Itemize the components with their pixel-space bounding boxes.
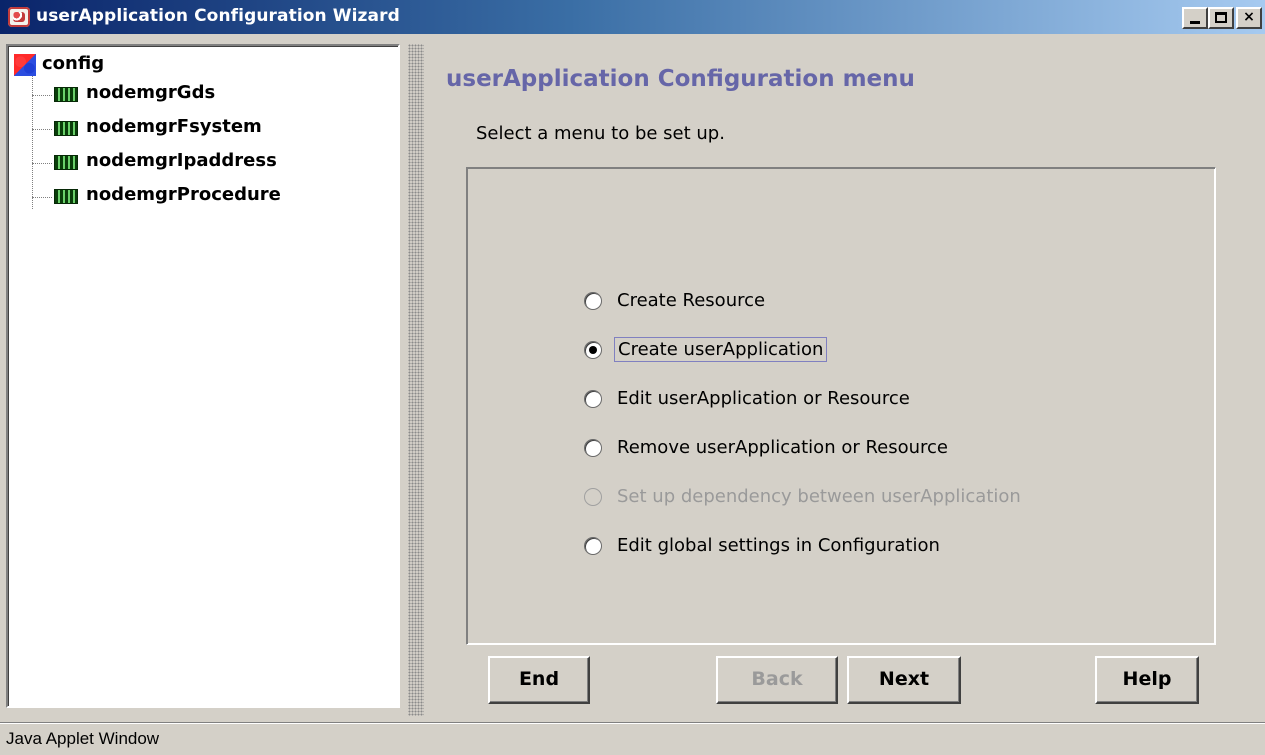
minimize-icon bbox=[1190, 21, 1200, 24]
tree-node-label: nodemgrProcedure bbox=[86, 184, 281, 205]
config-icon bbox=[14, 54, 36, 76]
radio-button[interactable] bbox=[584, 439, 602, 457]
status-bar: Java Applet Window bbox=[0, 722, 1265, 755]
radio-button-selected[interactable] bbox=[584, 341, 602, 359]
status-text: Java Applet Window bbox=[6, 729, 160, 748]
tree-node-label: nodemgrGds bbox=[86, 82, 216, 103]
maximize-icon bbox=[1215, 12, 1227, 23]
wizard-main-panel: userApplication Configuration menu Selec… bbox=[428, 44, 1265, 716]
tree-node-nodemgrgds[interactable]: nodemgrGds bbox=[32, 82, 392, 108]
maximize-button[interactable] bbox=[1208, 7, 1234, 29]
option-label[interactable]: Create Resource bbox=[614, 289, 768, 312]
option-label[interactable]: Edit global settings in Configuration bbox=[614, 534, 943, 557]
next-button[interactable]: Next bbox=[847, 656, 961, 704]
option-label[interactable]: Edit userApplication or Resource bbox=[614, 387, 913, 410]
option-label[interactable]: Create userApplication bbox=[614, 337, 828, 362]
tree-connector bbox=[32, 129, 52, 130]
title-bar[interactable]: userApplication Configuration Wizard × bbox=[0, 0, 1265, 34]
window-title: userApplication Configuration Wizard bbox=[36, 6, 400, 26]
option-create-userapplication[interactable]: Create userApplication bbox=[584, 335, 1184, 365]
end-button[interactable]: End bbox=[488, 656, 590, 704]
tree-root-label: config bbox=[42, 53, 105, 74]
option-label: Set up dependency between userApplicatio… bbox=[617, 486, 1021, 507]
app-icon bbox=[8, 7, 30, 27]
radio-button-disabled bbox=[584, 488, 602, 506]
resource-icon bbox=[54, 189, 78, 204]
tree-connector bbox=[32, 197, 52, 198]
option-create-resource[interactable]: Create Resource bbox=[584, 286, 1184, 316]
back-button: Back bbox=[716, 656, 838, 704]
resource-icon bbox=[54, 121, 78, 136]
tree-node-nodemgrprocedure[interactable]: nodemgrProcedure bbox=[32, 184, 392, 210]
tree-node-nodemgripaddress[interactable]: nodemgrIpaddress bbox=[32, 150, 392, 176]
radio-button[interactable] bbox=[584, 537, 602, 555]
panel-instruction: Select a menu to be set up. bbox=[476, 123, 725, 144]
tree-connector bbox=[32, 163, 52, 164]
tree-node-nodemgrfsystem[interactable]: nodemgrFsystem bbox=[32, 116, 392, 142]
configuration-tree[interactable]: config nodemgrGds nodemgrFsystem nodemgr… bbox=[6, 44, 400, 708]
menu-options-group: Create Resource Create userApplication E… bbox=[466, 167, 1216, 645]
option-label[interactable]: Remove userApplication or Resource bbox=[614, 436, 951, 459]
tree-node-label: nodemgrIpaddress bbox=[86, 150, 277, 171]
panel-heading: userApplication Configuration menu bbox=[446, 66, 915, 92]
radio-button[interactable] bbox=[584, 292, 602, 310]
help-button[interactable]: Help bbox=[1095, 656, 1199, 704]
tree-node-label: nodemgrFsystem bbox=[86, 116, 262, 137]
resource-icon bbox=[54, 87, 78, 102]
tree-connector bbox=[32, 95, 52, 96]
close-button[interactable]: × bbox=[1236, 7, 1262, 29]
split-pane-divider[interactable] bbox=[408, 44, 424, 716]
option-remove-userapplication-or-resource[interactable]: Remove userApplication or Resource bbox=[584, 433, 1184, 463]
radio-button[interactable] bbox=[584, 390, 602, 408]
radio-selected-dot bbox=[589, 346, 597, 354]
minimize-button[interactable] bbox=[1182, 7, 1208, 29]
resource-icon bbox=[54, 155, 78, 170]
option-edit-userapplication-or-resource[interactable]: Edit userApplication or Resource bbox=[584, 384, 1184, 414]
option-edit-global-settings[interactable]: Edit global settings in Configuration bbox=[584, 531, 1184, 561]
option-set-up-dependency: Set up dependency between userApplicatio… bbox=[584, 482, 1184, 512]
close-icon: × bbox=[1243, 9, 1255, 25]
